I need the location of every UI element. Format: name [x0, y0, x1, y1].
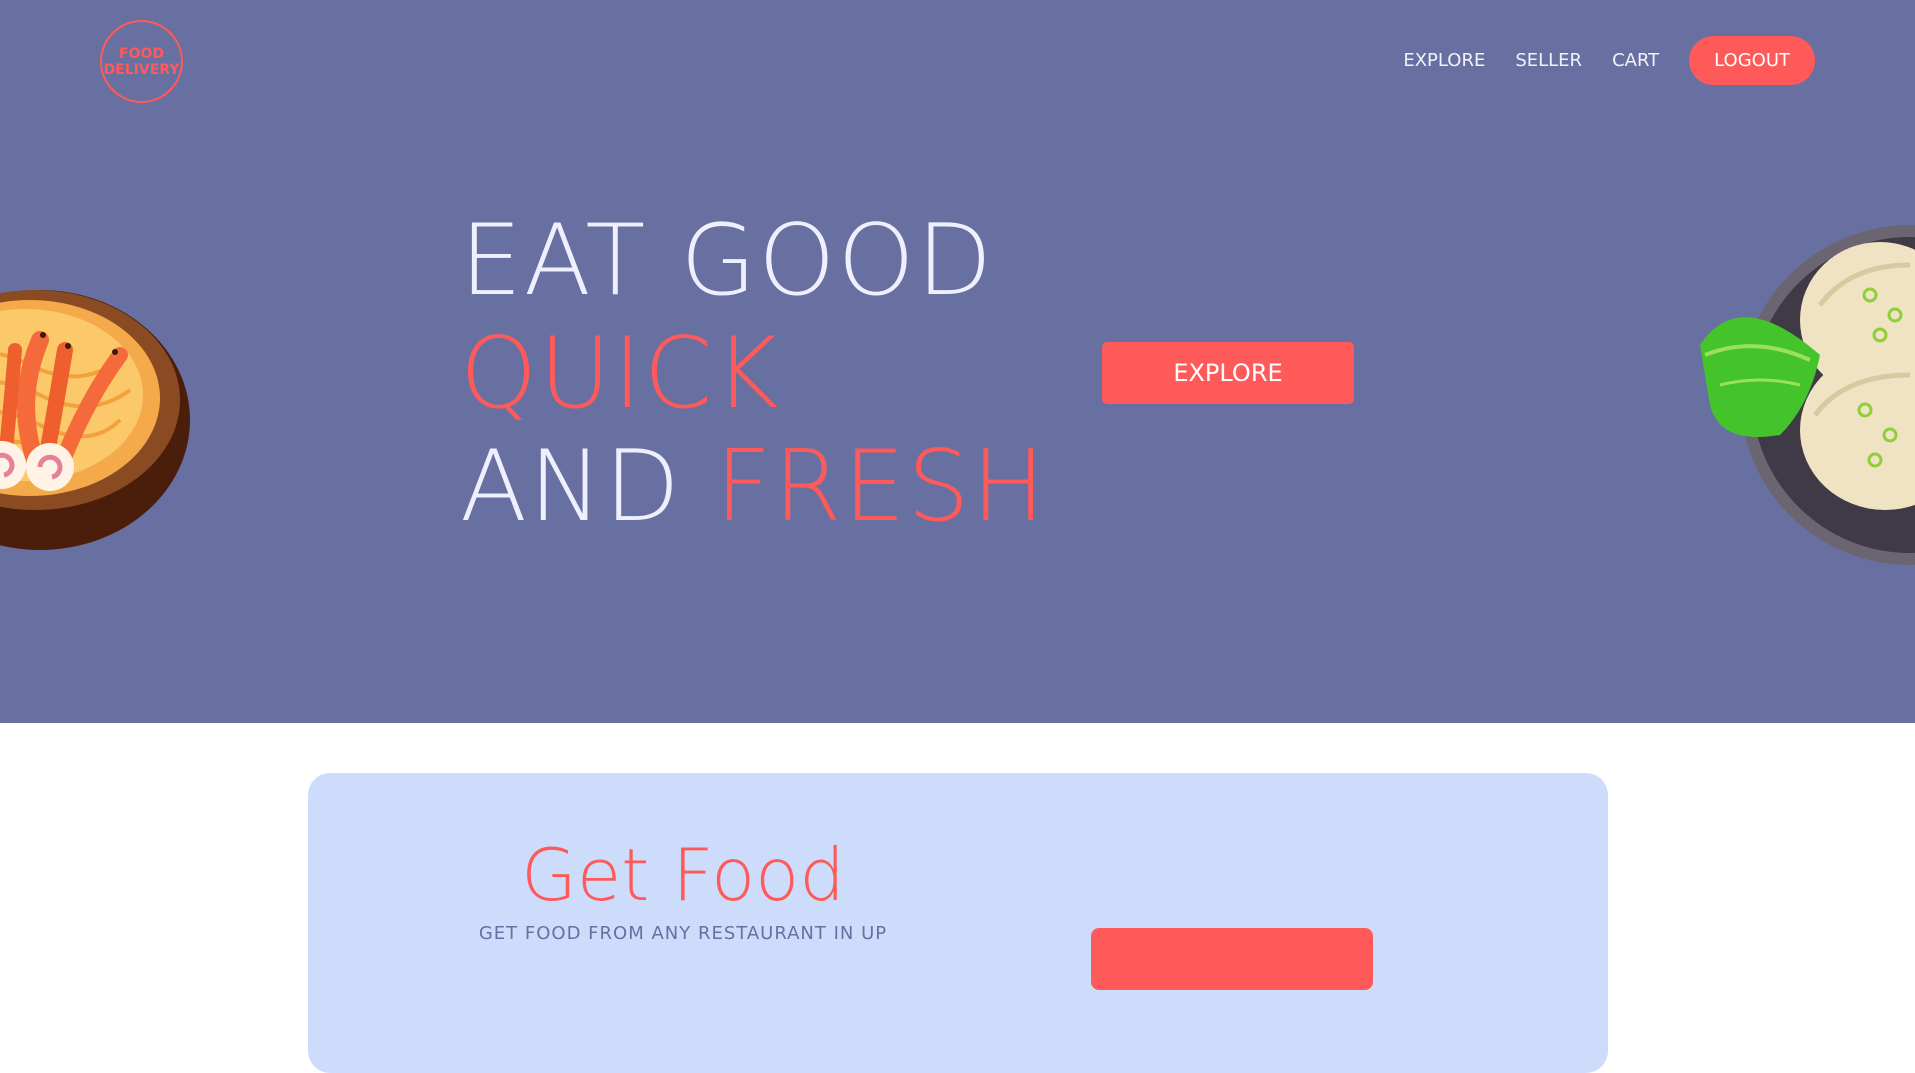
nav-seller-link[interactable]: SELLER [1515, 50, 1582, 71]
hero-headline: EAT GOOD QUICK AND FRESH [460, 205, 1047, 544]
headline-line-2: QUICK [460, 317, 781, 431]
card-title: Get Food [521, 833, 845, 917]
headline-line-3-b: FRESH [714, 430, 1048, 544]
card-subtitle: GET FOOD FROM ANY RESTAURANT IN UP [478, 923, 888, 944]
headline-line-3: AND FRESH [460, 431, 1047, 544]
nav-cart-link[interactable]: CART [1612, 50, 1659, 71]
top-nav: EXPLORE SELLER CART LOGOUT [1403, 36, 1815, 85]
logout-button[interactable]: LOGOUT [1689, 36, 1815, 85]
nav-explore-link[interactable]: EXPLORE [1403, 50, 1485, 71]
logo-line-1: FOOD [119, 45, 164, 62]
card-action-button[interactable] [1091, 928, 1373, 990]
shrimp-noodle-bowl-icon [0, 290, 190, 550]
logo[interactable]: FOOD DELIVERY [100, 20, 183, 103]
dumplings-plate-icon [1700, 225, 1915, 565]
hero-explore-button[interactable]: EXPLORE [1102, 342, 1354, 404]
get-food-card: Get Food GET FOOD FROM ANY RESTAURANT IN… [308, 773, 1608, 1073]
hero-section: FOOD DELIVERY EXPLORE SELLER CART LOGOUT [0, 0, 1915, 723]
headline-line-1: EAT GOOD [460, 204, 995, 318]
headline-line-3-a: AND [460, 430, 682, 544]
logo-line-2: DELIVERY [103, 61, 180, 78]
